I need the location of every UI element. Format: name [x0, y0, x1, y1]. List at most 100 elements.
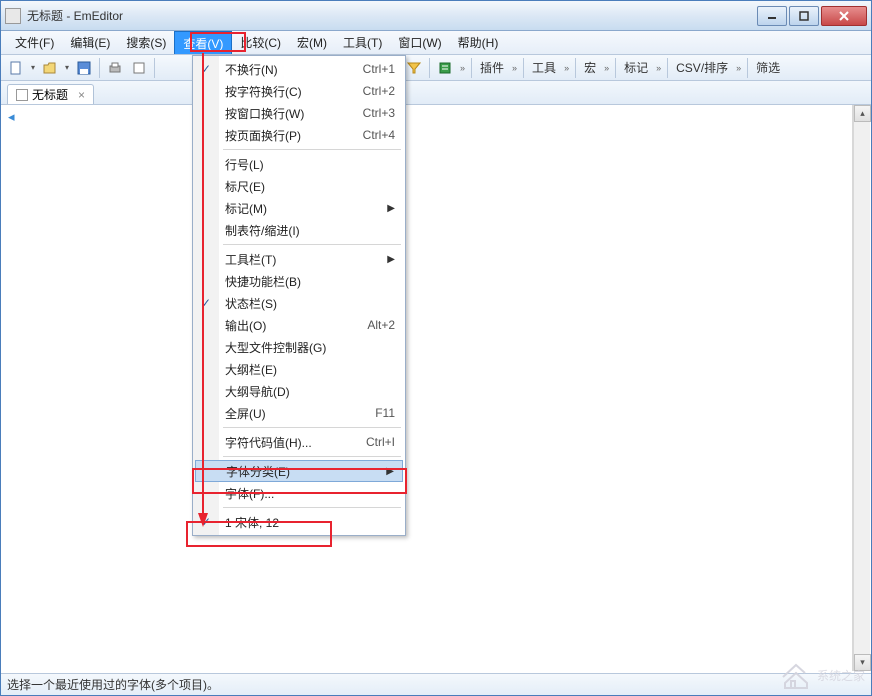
print-button[interactable]	[104, 57, 126, 79]
menuitem-tab-indent[interactable]: 制表符/缩进(I)	[195, 219, 403, 241]
menuitem-font[interactable]: 字体(F)...	[195, 482, 403, 504]
toolbar-separator	[471, 58, 472, 78]
wrap-button[interactable]	[434, 57, 456, 79]
eof-marker: ◂	[8, 109, 15, 125]
scroll-up-button[interactable]: ▴	[854, 105, 871, 122]
toolbar-group-plugins[interactable]: 插件	[476, 59, 508, 76]
tab-label: 无标题	[32, 86, 68, 103]
document-tab[interactable]: 无标题 ×	[7, 84, 94, 104]
menu-search[interactable]: 搜索(S)	[118, 31, 174, 54]
toolbar-separator	[667, 58, 668, 78]
toolbar-overflow[interactable]: »	[458, 63, 467, 73]
menu-separator	[223, 456, 401, 457]
menuitem-ruler[interactable]: 标尺(E)	[195, 175, 403, 197]
menuitem-wrap-window[interactable]: 按窗口换行(W)Ctrl+3	[195, 102, 403, 124]
toolbar-separator	[99, 58, 100, 78]
view-menu-dropdown: ✓不换行(N)Ctrl+1 按字符换行(C)Ctrl+2 按窗口换行(W)Ctr…	[192, 55, 406, 536]
menuitem-font-category[interactable]: 字体分类(E)▶	[195, 460, 403, 482]
menu-separator	[223, 244, 401, 245]
menu-macro[interactable]: 宏(M)	[289, 31, 335, 54]
print-preview-icon	[132, 61, 146, 75]
menu-compare[interactable]: 比较(C)	[232, 31, 289, 54]
menuitem-wrap-char[interactable]: 按字符换行(C)Ctrl+2	[195, 80, 403, 102]
filter-button[interactable]	[403, 57, 425, 79]
toolbar: ▾ ▾ » 插件» 工具» 宏» 标记» CSV/排序» 筛选	[1, 55, 871, 81]
chevron-icon[interactable]: »	[734, 63, 743, 73]
open-file-button[interactable]	[39, 57, 61, 79]
menuitem-marks[interactable]: 标记(M)▶	[195, 197, 403, 219]
toolbar-group-marks[interactable]: 标记	[620, 59, 652, 76]
menuitem-largefile[interactable]: 大型文件控制器(G)	[195, 336, 403, 358]
watermark: 系统之家	[781, 661, 865, 689]
check-icon: ✓	[201, 62, 211, 76]
new-file-dropdown[interactable]: ▾	[29, 57, 37, 79]
new-file-icon	[9, 61, 23, 75]
toolbar-separator	[523, 58, 524, 78]
submenu-arrow-icon: ▶	[387, 203, 395, 214]
open-file-dropdown[interactable]: ▾	[63, 57, 71, 79]
menu-separator	[223, 507, 401, 508]
minimize-icon	[767, 11, 777, 21]
toolbar-separator	[154, 58, 155, 78]
menuitem-fullscreen[interactable]: 全屏(U)F11	[195, 402, 403, 424]
check-icon: ✓	[201, 296, 211, 310]
toolbar-group-csv[interactable]: CSV/排序	[672, 59, 732, 76]
menu-edit[interactable]: 编辑(E)	[62, 31, 118, 54]
minimize-button[interactable]	[757, 6, 787, 26]
menubar: 文件(F) 编辑(E) 搜索(S) 查看(V) 比较(C) 宏(M) 工具(T)…	[1, 31, 871, 55]
check-icon: ✓	[201, 515, 211, 529]
submenu-arrow-icon: ▶	[386, 466, 394, 477]
menu-separator	[223, 149, 401, 150]
document-icon	[16, 89, 28, 101]
tab-close-button[interactable]: ×	[78, 88, 85, 102]
chevron-icon[interactable]: »	[562, 63, 571, 73]
open-file-icon	[43, 61, 57, 75]
print-icon	[108, 61, 122, 75]
menuitem-outline-bar[interactable]: 大纲栏(E)	[195, 358, 403, 380]
toolbar-group-macros[interactable]: 宏	[580, 59, 600, 76]
toolbar-group-tools[interactable]: 工具	[528, 59, 560, 76]
maximize-button[interactable]	[789, 6, 819, 26]
editor-area[interactable]: ◂	[2, 105, 853, 671]
menuitem-outline-nav[interactable]: 大纲导航(D)	[195, 380, 403, 402]
menuitem-statusbar[interactable]: ✓状态栏(S)	[195, 292, 403, 314]
menu-window[interactable]: 窗口(W)	[390, 31, 449, 54]
toolbar-separator	[429, 58, 430, 78]
menuitem-wrap-page[interactable]: 按页面换行(P)Ctrl+4	[195, 124, 403, 146]
toolbar-separator	[575, 58, 576, 78]
titlebar: 无标题 - EmEditor	[1, 1, 871, 31]
chevron-icon[interactable]: »	[510, 63, 519, 73]
menu-tools[interactable]: 工具(T)	[335, 31, 390, 54]
filter-icon	[407, 61, 421, 75]
menuitem-toolbar[interactable]: 工具栏(T)▶	[195, 248, 403, 270]
menuitem-output[interactable]: 输出(O)Alt+2	[195, 314, 403, 336]
menuitem-char-code[interactable]: 字符代码值(H)...Ctrl+I	[195, 431, 403, 453]
save-button[interactable]	[73, 57, 95, 79]
menuitem-quickbar[interactable]: 快捷功能栏(B)	[195, 270, 403, 292]
maximize-icon	[799, 11, 809, 21]
menuitem-line-number[interactable]: 行号(L)	[195, 153, 403, 175]
chevron-icon[interactable]: »	[602, 63, 611, 73]
status-text: 选择一个最近使用过的字体(多个项目)。	[7, 676, 219, 693]
close-button[interactable]	[821, 6, 867, 26]
chevron-icon[interactable]: »	[654, 63, 663, 73]
close-icon	[839, 11, 849, 21]
menu-separator	[223, 427, 401, 428]
menuitem-recent-font-1[interactable]: ✓1 宋体, 12	[195, 511, 403, 533]
toolbar-separator	[747, 58, 748, 78]
toolbar-separator	[615, 58, 616, 78]
menuitem-no-wrap[interactable]: ✓不换行(N)Ctrl+1	[195, 58, 403, 80]
tabstrip: 无标题 ×	[1, 81, 871, 105]
toolbar-group-filter[interactable]: 筛选	[752, 59, 784, 76]
menu-view[interactable]: 查看(V)	[174, 31, 232, 54]
submenu-arrow-icon: ▶	[387, 254, 395, 265]
menu-help[interactable]: 帮助(H)	[450, 31, 507, 54]
menu-file[interactable]: 文件(F)	[7, 31, 62, 54]
window-title: 无标题 - EmEditor	[27, 7, 755, 24]
vertical-scrollbar[interactable]: ▴ ▾	[853, 105, 870, 671]
new-file-button[interactable]	[5, 57, 27, 79]
print-preview-button[interactable]	[128, 57, 150, 79]
app-icon	[5, 8, 21, 24]
wrap-icon	[438, 61, 452, 75]
save-icon	[77, 61, 91, 75]
